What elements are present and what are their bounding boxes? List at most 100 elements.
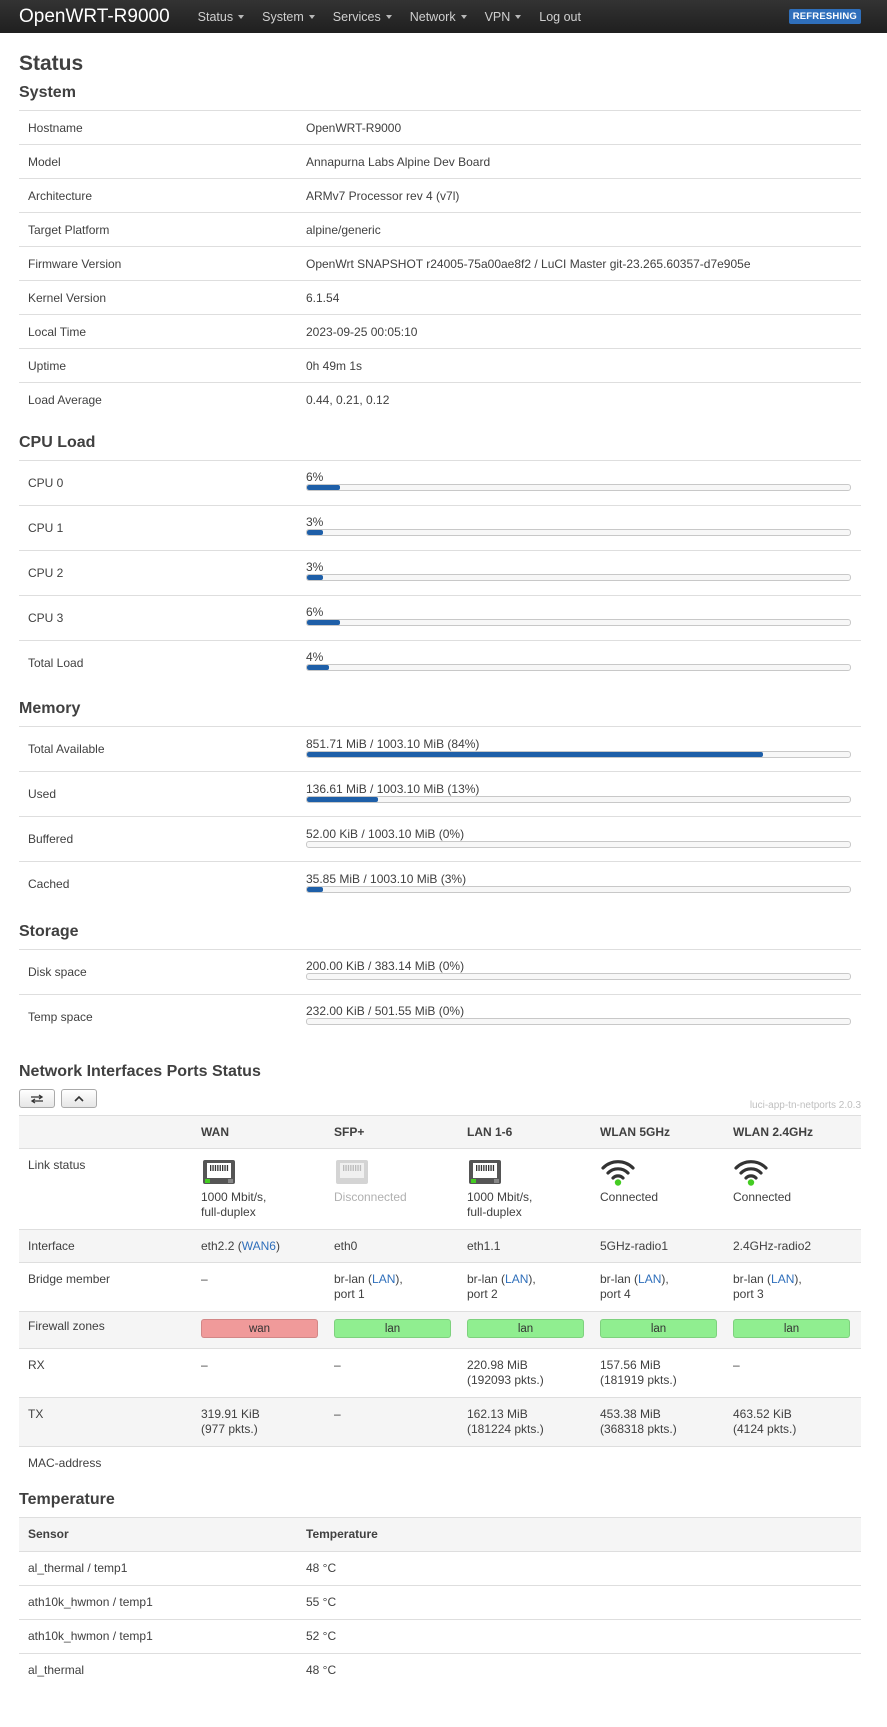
- bridge-link[interactable]: LAN: [638, 1272, 661, 1286]
- link-status-cell: Connected: [595, 1148, 728, 1230]
- rx-packets: (192093 pkts.): [467, 1373, 544, 1387]
- row-label: Total Available: [19, 726, 297, 772]
- ports-row-mac: MAC-address: [19, 1446, 861, 1480]
- bridge-text: br-lan (: [334, 1272, 373, 1286]
- progress-cell: 136.61 MiB / 1003.10 MiB (13%): [297, 771, 861, 817]
- link-status-cell: 1000 Mbit/s, full-duplex: [196, 1148, 329, 1230]
- system-row-model: Model Annapurna Labs Alpine Dev Board: [19, 144, 861, 179]
- rx-cell: –: [196, 1348, 329, 1398]
- brand-title[interactable]: OpenWRT-R9000: [19, 6, 170, 28]
- menu-label: Log out: [539, 9, 581, 24]
- link-line: full-duplex: [201, 1205, 256, 1219]
- system-row-kernel-version: Kernel Version 6.1.54: [19, 280, 861, 315]
- rx-bytes: –: [733, 1358, 740, 1372]
- wifi-icon: [733, 1158, 853, 1186]
- section-title-temperature: Temperature: [19, 1490, 115, 1508]
- row-label: Hostname: [19, 110, 297, 145]
- row-label: Target Platform: [19, 212, 297, 247]
- row-label: Local Time: [19, 314, 297, 349]
- firewall-cell: lan: [329, 1311, 462, 1349]
- bridge-text: –: [201, 1272, 208, 1286]
- bridge-link[interactable]: LAN: [505, 1272, 528, 1286]
- bridge-text: br-lan (: [467, 1272, 506, 1286]
- firewall-zone-badge[interactable]: wan: [201, 1319, 318, 1338]
- bridge-cell: br-lan (LAN), port 3: [728, 1262, 861, 1312]
- row-value: 0.44, 0.21, 0.12: [297, 382, 861, 417]
- bridge-line: –: [201, 1272, 321, 1287]
- tx-cell: 162.13 MiB (181224 pkts.): [462, 1397, 595, 1447]
- menu-vpn[interactable]: VPN: [485, 10, 522, 24]
- progress-bar: [306, 529, 851, 536]
- rx-bytes: 157.56 MiB: [600, 1358, 661, 1372]
- firewall-cell: lan: [728, 1311, 861, 1349]
- memory-row-total-available: Total Available 851.71 MiB / 1003.10 MiB …: [19, 726, 861, 772]
- progress-bar: [306, 750, 851, 758]
- ports-row-link-status: Link status 1000 Mbit/s, full-duplex Discon…: [19, 1148, 861, 1230]
- collapse-button[interactable]: [61, 1089, 97, 1108]
- rx-cell: 157.56 MiB (181919 pkts.): [595, 1348, 728, 1398]
- progress-bar: [306, 840, 851, 848]
- rx-cell: –: [728, 1348, 861, 1398]
- section-title-system: System: [19, 84, 76, 101]
- row-label: Architecture: [19, 178, 297, 213]
- link-status-text: 1000 Mbit/s, full-duplex: [467, 1190, 587, 1220]
- menu-status[interactable]: Status: [198, 10, 245, 24]
- firewall-zone-badge[interactable]: lan: [334, 1319, 451, 1338]
- row-label: RX: [19, 1348, 196, 1398]
- progress-cell: 52.00 KiB / 1003.10 MiB (0%): [297, 816, 861, 862]
- memory-table: Total Available 851.71 MiB / 1003.10 MiB …: [19, 726, 861, 907]
- port-header-wan: WAN: [196, 1115, 329, 1149]
- progress-fill: [307, 575, 324, 580]
- swap-arrows-icon: [30, 1093, 44, 1104]
- row-label: CPU 2: [19, 549, 297, 595]
- row-value: OpenWRT-R9000: [297, 110, 861, 145]
- refreshing-badge[interactable]: REFRESHING: [788, 9, 861, 24]
- row-label: Uptime: [19, 348, 297, 383]
- menu-label: Services: [332, 9, 381, 24]
- row-label: Kernel Version: [19, 280, 297, 315]
- interface-cell: eth1.1: [462, 1229, 595, 1263]
- bridge-link[interactable]: LAN: [771, 1272, 794, 1286]
- menu-services[interactable]: Services: [333, 10, 392, 24]
- swap-view-button[interactable]: [19, 1089, 55, 1108]
- row-label: Cached: [19, 861, 297, 907]
- ports-row-interface: Interface eth2.2 (WAN6) eth0 eth1.1 5GHz-rad…: [19, 1229, 861, 1263]
- link-line: Connected: [600, 1190, 659, 1204]
- port-header-wlan-2-4ghz: WLAN 2.4GHz: [728, 1115, 861, 1149]
- row-label: CPU 1: [19, 504, 297, 550]
- progress-bar: [306, 1018, 851, 1026]
- caret-down-icon: [515, 15, 522, 19]
- chevron-up-icon: [74, 1095, 84, 1102]
- menu-network[interactable]: Network: [410, 10, 467, 24]
- firewall-zone-badge[interactable]: lan: [600, 1319, 717, 1338]
- bridge-link[interactable]: LAN: [372, 1272, 395, 1286]
- link-status-text: Connected: [600, 1190, 720, 1205]
- firewall-zone-badge[interactable]: lan: [733, 1319, 850, 1338]
- firewall-zone-badge[interactable]: lan: [467, 1319, 584, 1338]
- ports-row-rx: RX – –220.98 MiB (192093 pkts.) 157.56 MiB (1…: [19, 1348, 861, 1398]
- tx-bytes: 453.38 MiB: [600, 1407, 661, 1421]
- interface-link[interactable]: WAN6: [242, 1239, 276, 1253]
- system-row-local-time: Local Time 2023-09-25 00:05:10: [19, 314, 861, 349]
- bridge-text: ),: [395, 1272, 403, 1286]
- progress-cell: 3%: [297, 549, 861, 595]
- menu-logout[interactable]: Log out: [539, 10, 581, 24]
- ports-row-bridge-member: Bridge member – br-lan (LAN), port 1 br-lan …: [19, 1262, 861, 1312]
- storage-table: Disk space 200.00 KiB / 383.14 MiB (0%) Te…: [19, 948, 861, 1039]
- ports-row-firewall: Firewall zones wan lan lan lan lan: [19, 1311, 861, 1349]
- progress-bar: [306, 484, 851, 491]
- progress-fill: [307, 485, 340, 490]
- firewall-cell: lan: [462, 1311, 595, 1349]
- bridge-line: br-lan (LAN),: [600, 1272, 720, 1287]
- tx-bytes: –: [334, 1407, 341, 1421]
- interface-name: eth1.1: [467, 1239, 501, 1253]
- menu-system[interactable]: System: [262, 10, 315, 24]
- progress-bar: [306, 795, 851, 803]
- port-header-wlan-5ghz: WLAN 5GHz: [595, 1115, 728, 1149]
- progress-fill: [307, 665, 329, 671]
- row-label: Load Average: [19, 382, 297, 417]
- memory-row-buffered: Buffered 52.00 KiB / 1003.10 MiB (0%): [19, 816, 861, 862]
- sensor-value: 48 °C: [297, 1652, 861, 1687]
- tx-packets: (181224 pkts.): [467, 1422, 544, 1436]
- link-status-text: Disconnected: [334, 1190, 454, 1205]
